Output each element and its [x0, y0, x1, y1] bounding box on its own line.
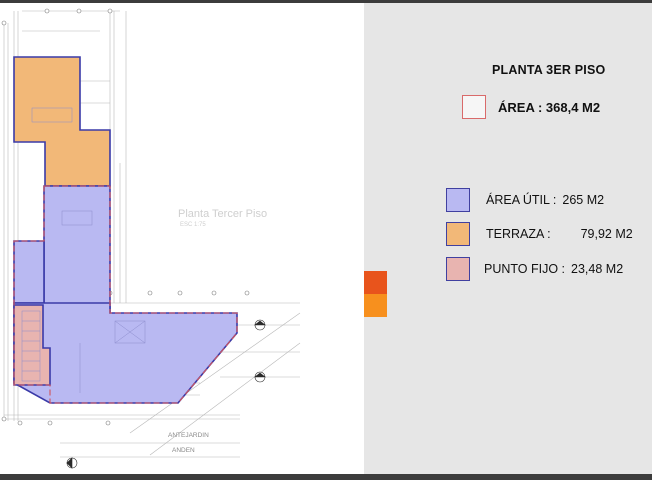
terrace-label: TERRAZA : — [486, 227, 551, 241]
terrace-swatch — [446, 222, 470, 246]
useful-area-upper — [43, 185, 111, 314]
fixed-point-swatch — [446, 257, 470, 281]
street-label-antejardin: ANTEJARDIN — [168, 432, 209, 439]
total-area-row: ÁREA : 368,4 M2 — [462, 95, 600, 119]
legend-item-useful-area: ÁREA ÚTIL : 265 M2 — [446, 188, 604, 212]
plan-title-label: Planta Tercer Piso — [178, 208, 267, 220]
total-area-swatch — [462, 95, 486, 119]
fixed-point-label: PUNTO FIJO : — [484, 262, 566, 276]
floor-plan-drawing: Planta Tercer Piso ESC 1:75 ANTEJARDIN A… — [0, 3, 364, 474]
terrace-zone — [13, 56, 111, 187]
useful-area-swatch — [446, 188, 470, 212]
legend-item-fixed-point: PUNTO FIJO : 23,48 M2 — [446, 257, 623, 281]
terrace-value: 79,92 M2 — [580, 227, 633, 241]
accent-block-red — [364, 271, 387, 294]
useful-area-value: 265 M2 — [562, 193, 605, 207]
accent-block-orange — [364, 294, 387, 317]
street-label-anden: ANDEN — [172, 447, 195, 454]
total-area-text: ÁREA : 368,4 M2 — [498, 99, 601, 115]
legend-item-terrace: TERRAZA : 79,92 M2 — [446, 222, 633, 246]
legend-panel: PLANTA 3ER PISO ÁREA : 368,4 M2 ÁREA ÚTI… — [364, 3, 652, 474]
fixed-point-value: 23,48 M2 — [571, 262, 624, 276]
useful-area-label: ÁREA ÚTIL : — [486, 193, 557, 207]
legend-title: PLANTA 3ER PISO — [492, 63, 606, 77]
useful-area-side — [13, 240, 45, 304]
plan-scale-label: ESC 1:75 — [180, 222, 206, 228]
bottom-border — [0, 474, 652, 480]
